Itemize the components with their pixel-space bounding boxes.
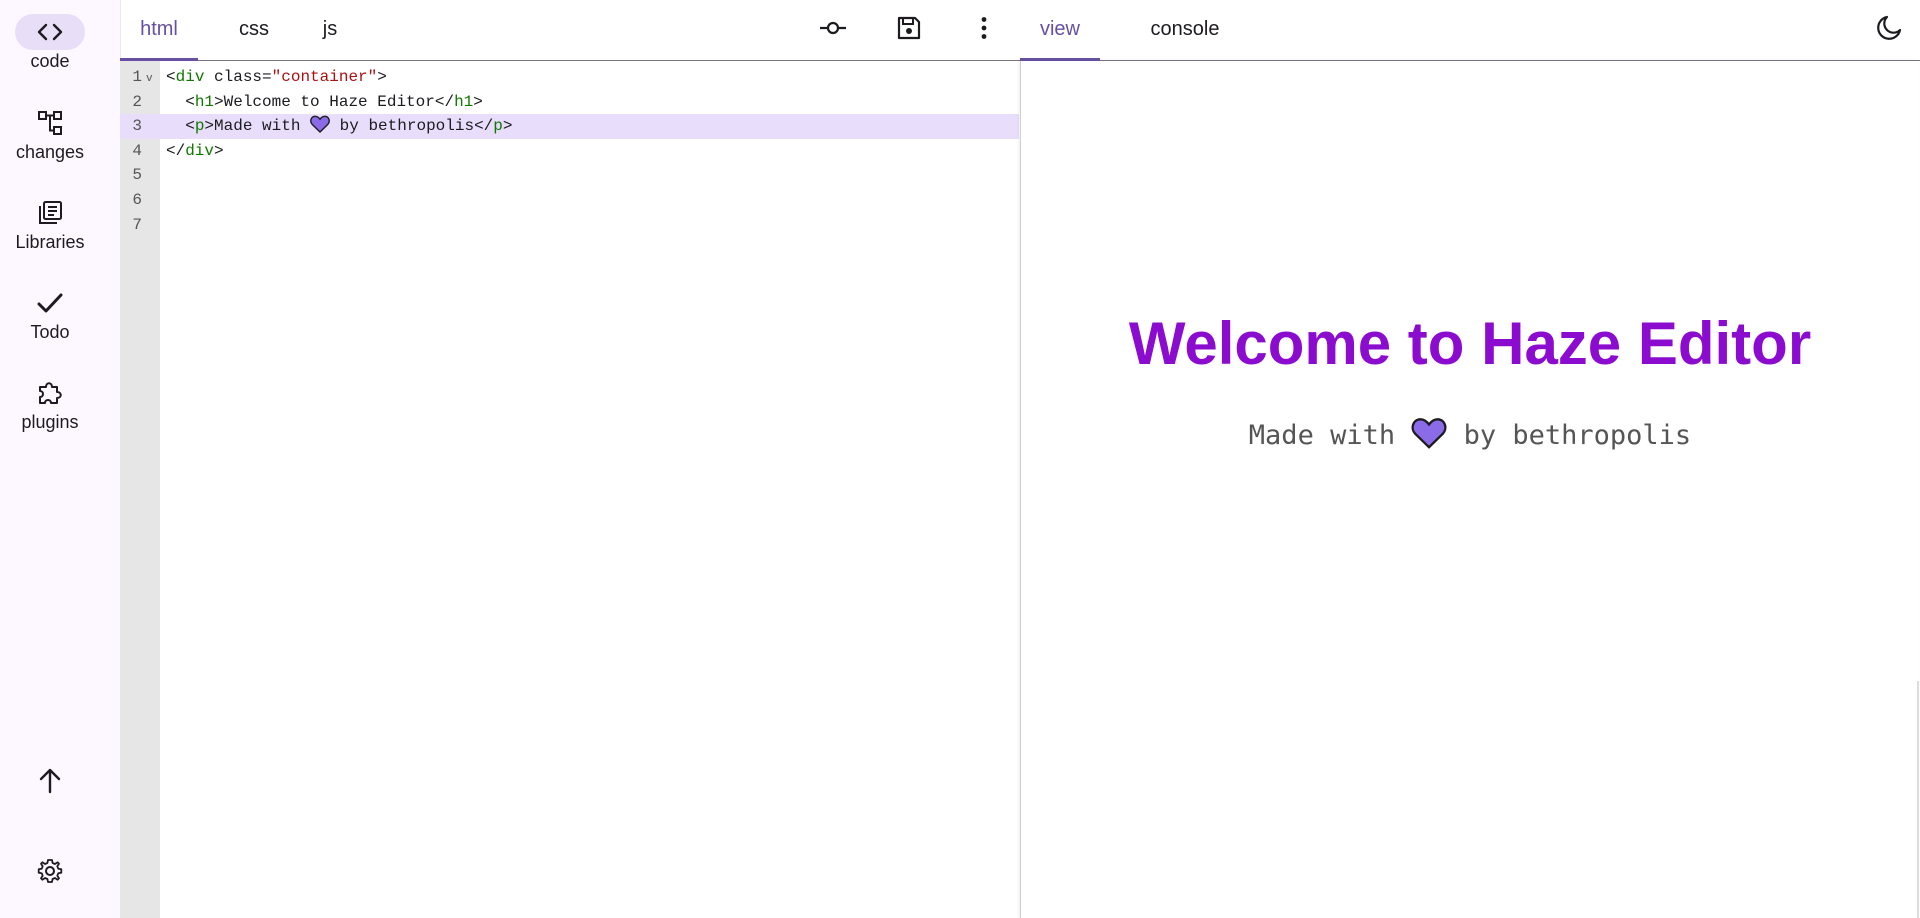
code-icon — [15, 14, 85, 50]
preview-subtitle: Made with by bethropolis — [1021, 417, 1919, 456]
sidebar-item-todo[interactable]: Todo — [0, 288, 100, 343]
code-line[interactable]: 5 — [120, 163, 1019, 188]
changes-icon — [33, 108, 67, 138]
check-icon — [33, 288, 67, 318]
code-line[interactable]: 6 — [120, 188, 1019, 213]
sidebar-item-plugins[interactable]: plugins — [0, 378, 100, 433]
save-icon — [897, 16, 921, 45]
arrow-up-icon — [38, 768, 62, 799]
line-number: 5 — [132, 166, 142, 185]
heart-icon — [310, 115, 330, 142]
code-line[interactable]: 4 </div> — [120, 139, 1019, 164]
tab-css[interactable]: css — [224, 0, 284, 60]
more-vert-icon — [980, 16, 988, 45]
tab-view[interactable]: view — [1020, 0, 1100, 60]
sidebar: code changes Libraries Todo plugins — [0, 0, 121, 918]
commit-icon — [819, 20, 847, 41]
code-text: </div> — [166, 141, 224, 160]
view-tab-bar: view console — [1020, 0, 1920, 61]
sidebar-item-label: plugins — [21, 412, 79, 432]
gear-icon — [37, 858, 63, 889]
code-text: <p>Made with by bethropolis</p> — [166, 114, 513, 142]
line-number: 1 — [132, 68, 142, 86]
heart-icon — [1411, 417, 1447, 456]
line-number: 3 — [132, 117, 142, 136]
sidebar-item-label: Libraries — [15, 232, 85, 252]
line-number: 6 — [132, 191, 142, 209]
editor-tab-bar: html css js — [120, 0, 1020, 61]
sidebar-item-label: changes — [15, 142, 85, 162]
tab-console[interactable]: console — [1130, 0, 1240, 60]
settings-button[interactable] — [0, 858, 100, 889]
code-line-active[interactable]: 3 <p>Made with by bethropolis</p> — [120, 114, 1019, 139]
line-number: 7 — [132, 215, 142, 234]
tab-html[interactable]: html — [120, 0, 198, 60]
commit-button[interactable] — [813, 10, 853, 50]
preview-scrollbar[interactable] — [1917, 681, 1919, 918]
scroll-top-button[interactable] — [0, 768, 100, 799]
preview-pane: Welcome to Haze Editor Made with by beth… — [1020, 61, 1919, 918]
libraries-icon — [33, 198, 67, 228]
code-editor[interactable]: 1 v <div class="container"> 2 <h1>Welcom… — [120, 61, 1019, 918]
theme-toggle-button[interactable] — [1869, 10, 1909, 50]
line-number: 2 — [132, 92, 142, 111]
preview-title: Welcome to Haze Editor — [1128, 310, 1812, 377]
code-text: <div class="container"> — [166, 68, 387, 86]
sidebar-item-libraries[interactable]: Libraries — [0, 198, 100, 253]
line-number: 4 — [132, 141, 142, 160]
code-text: <h1>Welcome to Haze Editor</h1> — [166, 92, 483, 111]
fold-chevron-icon[interactable]: v — [146, 67, 153, 92]
sidebar-item-label: code — [30, 51, 70, 71]
save-button[interactable] — [889, 10, 929, 50]
sidebar-item-code[interactable]: code — [0, 14, 100, 72]
puzzle-icon — [33, 378, 67, 408]
sidebar-item-label: Todo — [30, 322, 70, 342]
tab-js[interactable]: js — [310, 0, 350, 60]
code-line[interactable]: 2 <h1>Welcome to Haze Editor</h1> — [120, 90, 1019, 115]
code-line[interactable]: 7 — [120, 213, 1019, 238]
more-options-button[interactable] — [964, 10, 1004, 50]
code-line[interactable]: 1 v <div class="container"> — [120, 65, 1019, 90]
moon-icon — [1876, 15, 1902, 46]
sidebar-item-changes[interactable]: changes — [0, 108, 100, 163]
